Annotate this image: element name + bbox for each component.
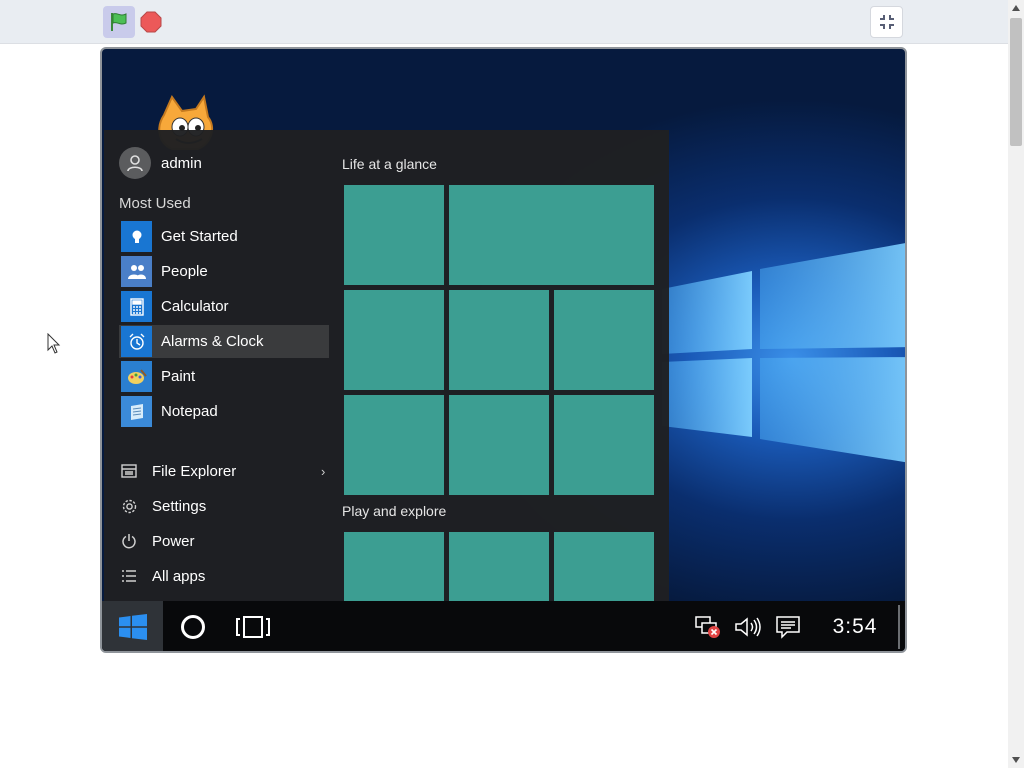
search-button[interactable]	[170, 601, 216, 651]
app-item-notepad[interactable]: Notepad	[119, 395, 329, 428]
arrow-up-icon	[1012, 5, 1020, 11]
list-icon	[119, 566, 139, 586]
people-icon	[121, 256, 152, 287]
live-tile[interactable]	[554, 290, 654, 390]
app-label: Get Started	[161, 228, 238, 245]
app-label: Calculator	[161, 298, 229, 315]
all-apps-label: All apps	[152, 567, 206, 585]
tile-group-heading: Play and explore	[342, 503, 447, 519]
user-account[interactable]: admin	[119, 147, 202, 179]
live-tile[interactable]	[554, 395, 654, 495]
exit-fullscreen-icon	[879, 15, 894, 29]
paint-icon	[121, 361, 152, 392]
live-tile[interactable]	[449, 532, 549, 601]
start-menu: admin Most Used Get Started People Calcu…	[104, 130, 669, 601]
app-label: People	[161, 263, 208, 280]
green-flag-button[interactable]	[103, 6, 135, 38]
app-label: Notepad	[161, 403, 218, 420]
start-button[interactable]	[102, 601, 163, 651]
exit-fullscreen-button[interactable]	[870, 6, 903, 38]
scroll-up-button[interactable]	[1008, 0, 1024, 16]
gear-icon	[119, 496, 139, 516]
app-item-paint[interactable]: Paint	[119, 360, 329, 393]
alarm-clock-icon	[121, 326, 152, 357]
scroll-down-button[interactable]	[1008, 752, 1024, 768]
app-item-alarms-clock[interactable]: Alarms & Clock	[119, 325, 329, 358]
power-icon	[119, 531, 139, 551]
show-desktop-button[interactable]	[898, 605, 900, 649]
app-item-people[interactable]: People	[119, 255, 329, 288]
windows-wallpaper-logo	[662, 243, 905, 463]
page-scrollbar[interactable]	[1008, 0, 1024, 768]
most-used-heading: Most Used	[119, 195, 191, 212]
live-tile[interactable]	[344, 395, 444, 495]
scrollbar-thumb[interactable]	[1010, 18, 1022, 146]
app-item-calculator[interactable]: Calculator	[119, 290, 329, 323]
live-tile[interactable]	[449, 290, 549, 390]
app-label: Paint	[161, 368, 196, 385]
all-apps-link[interactable]: All apps	[119, 561, 319, 591]
windows-icon	[118, 614, 147, 640]
arrow-down-icon	[1012, 757, 1020, 763]
live-tile[interactable]	[449, 395, 549, 495]
task-view-icon	[236, 616, 270, 638]
stop-button[interactable]	[140, 11, 162, 33]
live-tile[interactable]	[344, 185, 444, 285]
user-icon	[127, 155, 143, 172]
app-item-get-started[interactable]: Get Started	[119, 220, 329, 253]
task-view-button[interactable]	[230, 601, 276, 651]
settings-label: Settings	[152, 497, 207, 515]
mouse-cursor-icon	[47, 333, 61, 354]
volume-icon	[735, 617, 761, 637]
tile-group-heading: Life at a glance	[342, 156, 437, 172]
lightbulb-icon	[121, 221, 152, 252]
stage[interactable]: admin Most Used Get Started People Calcu…	[100, 47, 907, 653]
user-name: admin	[161, 154, 202, 172]
taskbar-clock[interactable]: 3:54	[822, 601, 888, 651]
power-link[interactable]: Power	[119, 526, 319, 556]
taskbar: 3:54	[102, 601, 905, 651]
file-explorer-link[interactable]: File Explorer ›	[119, 456, 325, 486]
action-center-button[interactable]	[772, 601, 804, 651]
user-avatar	[119, 147, 151, 179]
file-explorer-label: File Explorer	[152, 462, 237, 480]
network-status-button[interactable]	[692, 601, 724, 651]
live-tile[interactable]	[554, 532, 654, 601]
settings-link[interactable]: Settings	[119, 491, 319, 521]
network-disconnected-icon	[695, 616, 720, 638]
live-tile[interactable]	[344, 290, 444, 390]
volume-button[interactable]	[732, 601, 764, 651]
action-center-icon	[776, 616, 800, 639]
player-toolbar	[0, 0, 1008, 44]
stop-sign-icon	[140, 11, 162, 33]
cortana-circle-icon	[181, 615, 205, 639]
chevron-right-icon[interactable]: ›	[321, 464, 325, 479]
live-tile[interactable]	[344, 532, 444, 601]
folder-icon	[119, 461, 139, 481]
calculator-icon	[121, 291, 152, 322]
app-label: Alarms & Clock	[161, 333, 264, 350]
power-label: Power	[152, 532, 195, 550]
notepad-icon	[121, 396, 152, 427]
live-tile[interactable]	[449, 185, 654, 285]
green-flag-icon	[111, 13, 127, 31]
